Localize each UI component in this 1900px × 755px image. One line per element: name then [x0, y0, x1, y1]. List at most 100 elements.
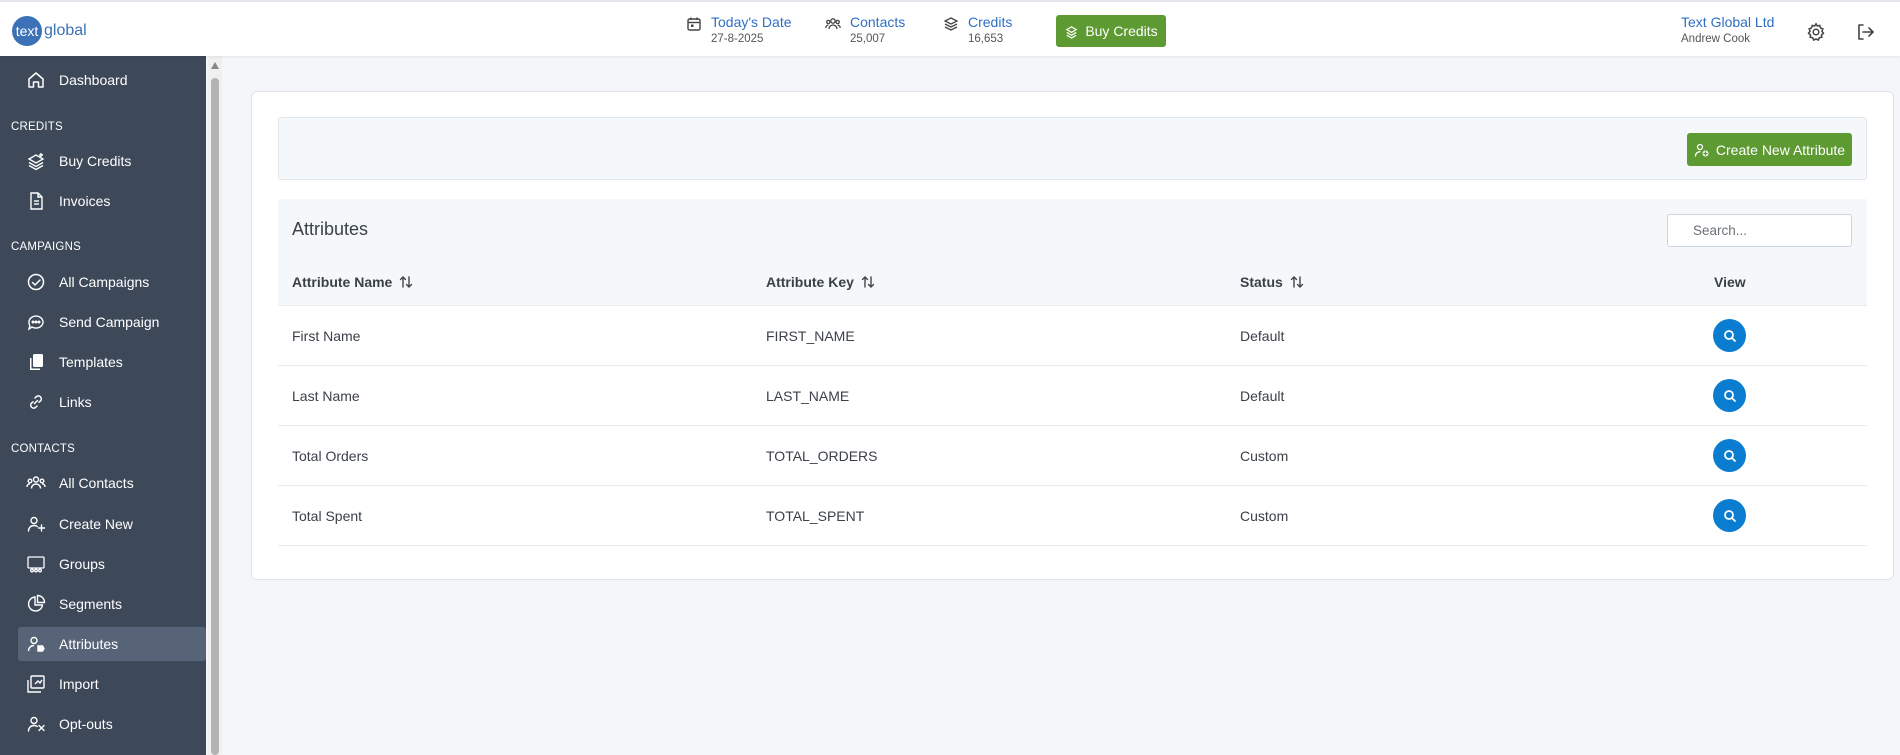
- home-icon: [28, 72, 44, 88]
- cell-attribute-name: Total Orders: [292, 448, 369, 464]
- search-icon: [1723, 509, 1736, 522]
- row-divider: [278, 305, 1867, 306]
- user-remove-icon: [27, 716, 45, 732]
- user-add-icon: [27, 516, 46, 532]
- sidebar-item-label: Groups: [59, 556, 105, 572]
- logo[interactable]: text global: [12, 16, 87, 46]
- cell-attribute-key: TOTAL_SPENT: [766, 508, 865, 524]
- sidebar-section-contacts: CONTACTS: [11, 443, 75, 455]
- search-input[interactable]: [1667, 214, 1852, 247]
- create-new-attribute-label: Create New Attribute: [1715, 141, 1846, 158]
- user-name: Andrew Cook: [1681, 33, 1751, 45]
- todays-date-widget[interactable]: Today's Date 27-8-2025: [686, 14, 792, 47]
- templates-icon: [30, 354, 43, 370]
- todays-date-value: 27-8-2025: [711, 33, 764, 45]
- sidebar-item-label: Templates: [59, 354, 123, 370]
- sidebar-item-label: All Campaigns: [59, 274, 150, 290]
- buy-credits-button[interactable]: Buy Credits: [1056, 15, 1166, 47]
- cell-attribute-name: Last Name: [292, 388, 360, 404]
- top-header: text global Today's Date 27-8-2025 Conta…: [0, 0, 1900, 56]
- column-header-attribute-key[interactable]: Attribute Key: [766, 274, 876, 290]
- sort-icon[interactable]: [398, 274, 414, 290]
- contacts-widget[interactable]: Contacts 25,007: [825, 14, 905, 47]
- cell-attribute-key: TOTAL_ORDERS: [766, 448, 878, 464]
- sort-icon[interactable]: [860, 274, 876, 290]
- sidebar-item-label: Segments: [59, 596, 123, 612]
- view-button[interactable]: [1713, 499, 1746, 532]
- sidebar-item-label: Create New: [59, 516, 133, 532]
- column-header-label: Attribute Key: [766, 274, 854, 290]
- row-divider: [278, 485, 1867, 486]
- calendar-icon: [687, 17, 701, 31]
- logo-mark: text: [12, 16, 42, 46]
- cell-status: Default: [1240, 328, 1285, 344]
- contacts-group-icon: [26, 476, 46, 489]
- row-divider: [278, 545, 1867, 546]
- company-name: Text Global Ltd: [1681, 14, 1775, 30]
- credits-stack-icon: [27, 153, 45, 171]
- invoice-icon: [30, 192, 43, 210]
- sidebar-item-label: Dashboard: [59, 72, 128, 88]
- sidebar-item-label: All Contacts: [59, 475, 134, 491]
- sidebar-item-dashboard[interactable]: Dashboard: [18, 63, 206, 97]
- column-header-label: View: [1714, 274, 1746, 290]
- page-title: Attributes: [292, 219, 369, 239]
- credits-widget[interactable]: Credits 16,653: [943, 14, 1012, 47]
- sidebar-item-opt-outs[interactable]: Opt-outs: [18, 707, 206, 741]
- logo-word: global: [44, 22, 87, 39]
- sidebar-item-label: Attributes: [59, 636, 119, 652]
- sidebar-item-import[interactable]: Import: [18, 667, 206, 701]
- view-button[interactable]: [1713, 439, 1746, 472]
- cell-attribute-key: LAST_NAME: [766, 388, 850, 404]
- contacts-value: 25,007: [850, 33, 886, 45]
- column-header-label: Attribute Name: [292, 274, 393, 290]
- pie-chart-icon: [27, 594, 46, 612]
- sidebar-section-credits: CREDITS: [11, 121, 63, 133]
- sidebar-item-templates[interactable]: Templates: [18, 345, 206, 379]
- sidebar-item-invoices[interactable]: Invoices: [18, 184, 206, 218]
- cell-attribute-key: FIRST_NAME: [766, 328, 855, 344]
- credits-stack-icon: [943, 17, 959, 31]
- coins-icon: [1065, 25, 1078, 39]
- sidebar-item-label: Import: [59, 676, 99, 692]
- column-header-attribute-name[interactable]: Attribute Name: [292, 274, 414, 290]
- user-add-icon: [1694, 143, 1709, 157]
- credits-value: 16,653: [968, 33, 1004, 45]
- column-header-status[interactable]: Status: [1240, 274, 1305, 290]
- sms-bubble-icon: [27, 315, 44, 331]
- sidebar-item-links[interactable]: Links: [18, 385, 206, 419]
- sidebar-item-label: Buy Credits: [59, 153, 132, 169]
- cell-status: Custom: [1240, 448, 1289, 464]
- create-new-attribute-button[interactable]: Create New Attribute: [1687, 133, 1852, 166]
- sidebar-scrollbar[interactable]: [208, 56, 222, 755]
- column-header-label: Status: [1240, 274, 1283, 290]
- logout-icon[interactable]: [1855, 22, 1875, 42]
- account-info[interactable]: Text Global Ltd Andrew Cook: [1681, 14, 1774, 47]
- sidebar-item-buy-credits[interactable]: Buy Credits: [18, 144, 206, 178]
- row-divider: [278, 425, 1867, 426]
- sort-icon[interactable]: [1289, 274, 1305, 290]
- column-header-view: View: [1714, 274, 1746, 290]
- sidebar-item-all-contacts[interactable]: All Contacts: [18, 466, 206, 500]
- cell-status: Custom: [1240, 508, 1289, 524]
- sidebar-item-groups[interactable]: Groups: [18, 547, 206, 581]
- view-button[interactable]: [1713, 379, 1746, 412]
- sidebar-item-all-campaigns[interactable]: All Campaigns: [18, 265, 206, 299]
- scrollbar-thumb[interactable]: [211, 78, 219, 755]
- sidebar-item-label: Send Campaign: [59, 314, 160, 330]
- sidebar-item-attributes[interactable]: Attributes: [18, 627, 206, 661]
- link-icon: [29, 395, 43, 409]
- todays-date-label: Today's Date: [711, 14, 792, 30]
- table-header-area: [278, 199, 1867, 305]
- gear-icon[interactable]: [1806, 22, 1826, 42]
- view-button[interactable]: [1713, 319, 1746, 352]
- sidebar-item-label: Invoices: [59, 193, 111, 209]
- user-tag-icon: [27, 636, 45, 652]
- cell-attribute-name: Total Spent: [292, 508, 363, 524]
- sidebar-item-segments[interactable]: Segments: [18, 587, 206, 621]
- contacts-label: Contacts: [850, 14, 906, 30]
- scroll-up-arrow-icon[interactable]: [211, 62, 219, 69]
- sidebar-item-create-new[interactable]: Create New: [18, 507, 206, 541]
- sidebar-item-send-campaign[interactable]: Send Campaign: [18, 305, 206, 339]
- credits-label: Credits: [968, 14, 1013, 30]
